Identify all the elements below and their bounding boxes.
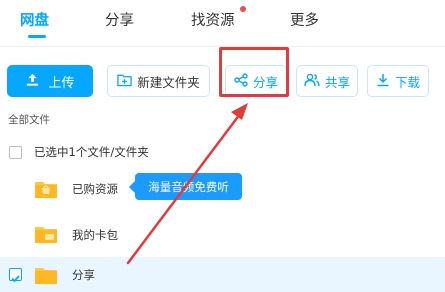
tab-share[interactable]: 分享 [105, 9, 134, 30]
co-share-button[interactable]: 共享 [296, 65, 358, 97]
upload-button[interactable]: 上传 [7, 65, 93, 97]
card-folder-icon [33, 223, 59, 249]
tab-find-resources[interactable]: 找资源 [191, 9, 235, 30]
select-all-checkbox[interactable] [9, 146, 22, 159]
file-name: 分享 [72, 268, 95, 282]
download-icon [376, 73, 390, 90]
row-checkbox[interactable] [9, 268, 22, 283]
file-name: 我的卡包 [72, 228, 118, 242]
check-icon [11, 275, 20, 283]
users-icon [304, 73, 320, 90]
active-tab-indicator [28, 35, 46, 38]
new-folder-icon [117, 73, 132, 90]
list-item[interactable]: 我的卡包 [0, 215, 445, 253]
breadcrumb: 全部文件 [8, 114, 50, 126]
top-tabs: 网盘 分享 找资源 更多 [0, 0, 445, 47]
download-button[interactable]: 下载 [367, 65, 429, 97]
new-folder-label: 新建文件夹 [137, 74, 200, 90]
tab-more[interactable]: 更多 [290, 9, 319, 30]
tab-netdisk[interactable]: 网盘 [20, 9, 49, 30]
promo-tooltip: 海量音频免费听 [129, 173, 242, 200]
folder-icon [33, 264, 59, 290]
list-item[interactable]: 分享 [0, 257, 445, 292]
co-share-label: 共享 [324, 74, 350, 90]
upload-label: 上传 [48, 75, 75, 91]
file-name: 已购资源 [72, 182, 118, 196]
selection-count: 已选中1个文件/文件夹 [34, 145, 149, 159]
download-label: 下载 [394, 74, 420, 90]
new-folder-button[interactable]: 新建文件夹 [107, 65, 210, 97]
share-highlight-box [219, 47, 289, 97]
upload-icon [25, 72, 40, 91]
purchased-folder-icon [33, 178, 59, 204]
selection-bar: 已选中1个文件/文件夹 [0, 133, 445, 171]
notification-dot [240, 6, 246, 12]
